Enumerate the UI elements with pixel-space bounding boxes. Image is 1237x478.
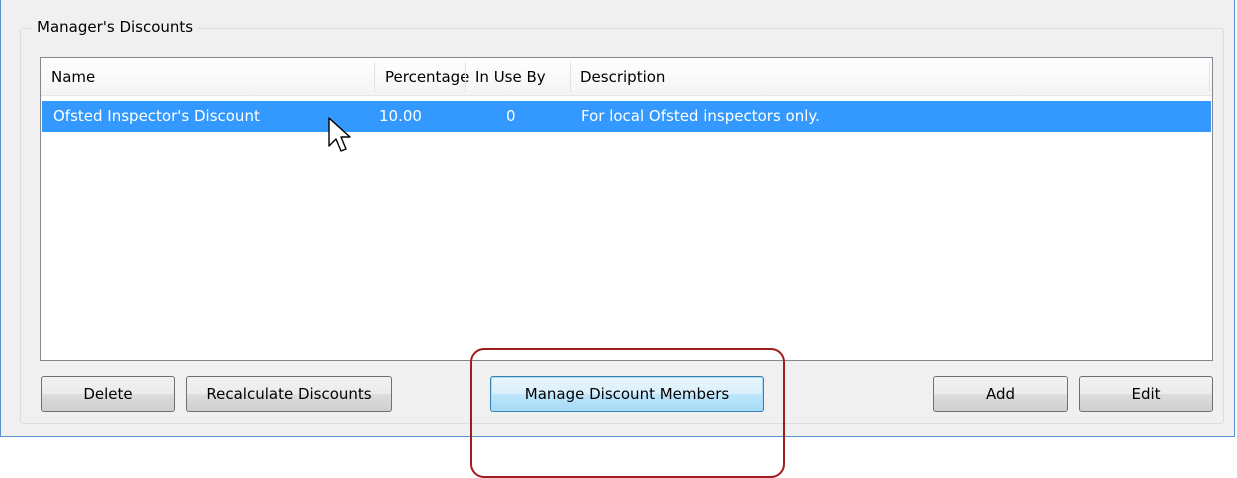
- column-header-name[interactable]: Name: [41, 58, 376, 96]
- cell-percentage: 10.00: [379, 107, 422, 125]
- table-row[interactable]: Ofsted Inspector's Discount 10.00 0 For …: [42, 101, 1211, 132]
- cell-description: For local Ofsted inspectors only.: [581, 107, 820, 125]
- list-header: Name Percentage In Use By Description: [41, 58, 1212, 96]
- column-divider[interactable]: [1209, 62, 1210, 92]
- column-header-description[interactable]: Description: [570, 58, 1210, 96]
- cell-in-use-by: 0: [506, 107, 516, 125]
- edit-button[interactable]: Edit: [1079, 376, 1213, 412]
- cell-name: Ofsted Inspector's Discount: [53, 107, 260, 125]
- mouse-pointer-icon: [328, 117, 351, 152]
- add-button[interactable]: Add: [933, 376, 1068, 412]
- group-title: Manager's Discounts: [32, 17, 199, 37]
- discounts-list[interactable]: Name Percentage In Use By Description Of…: [40, 57, 1213, 361]
- column-header-in-use-by[interactable]: In Use By: [465, 58, 570, 96]
- delete-button[interactable]: Delete: [41, 376, 175, 412]
- recalculate-discounts-button[interactable]: Recalculate Discounts: [186, 376, 392, 412]
- manage-discount-members-button[interactable]: Manage Discount Members: [490, 376, 764, 412]
